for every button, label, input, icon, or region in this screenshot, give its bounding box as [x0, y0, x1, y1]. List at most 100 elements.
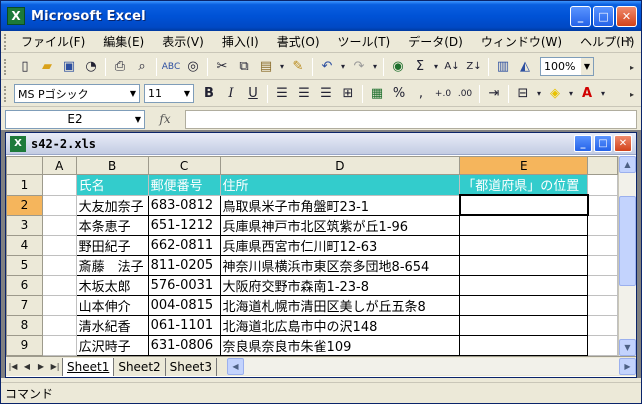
align-right-icon[interactable]: ☰: [315, 83, 337, 105]
column-header-e[interactable]: E: [459, 156, 589, 175]
cell-d3[interactable]: 兵庫県神戸市北区筑紫が丘1-96: [219, 214, 461, 236]
column-header-f[interactable]: [587, 156, 618, 175]
tab-sheet2[interactable]: Sheet2: [114, 357, 166, 376]
percent-button[interactable]: %: [388, 83, 410, 105]
tab-sheet1[interactable]: Sheet1: [62, 357, 115, 376]
cell-c2[interactable]: 683-0812: [147, 194, 221, 216]
borders-dropdown-icon[interactable]: ▾: [534, 83, 544, 105]
cell-d7[interactable]: 北海道札幌市清田区美しが丘五条8: [219, 294, 461, 316]
cell-c6[interactable]: 576-0031: [147, 274, 221, 296]
select-all-corner[interactable]: [6, 156, 43, 175]
cell-e8[interactable]: [459, 314, 589, 336]
redo-icon[interactable]: ↷: [348, 56, 370, 78]
row-header[interactable]: 1: [6, 174, 43, 196]
cell-a9[interactable]: [41, 334, 77, 356]
menu-data[interactable]: データ(D): [399, 33, 472, 50]
merge-center-icon[interactable]: ⊞: [337, 83, 359, 105]
workbook-title-bar[interactable]: X s42-2.xls _ □ ✕: [6, 133, 636, 155]
undo-icon[interactable]: ↶: [316, 56, 338, 78]
decrease-decimal-icon[interactable]: .00: [454, 83, 476, 105]
cell-e2[interactable]: [458, 194, 589, 216]
cell-f3[interactable]: [587, 214, 618, 236]
title-bar[interactable]: X Microsoft Excel _ □ ✕: [1, 1, 641, 31]
doc-close-icon[interactable]: ✕: [625, 35, 633, 46]
cell-a3[interactable]: [41, 214, 77, 236]
menu-edit[interactable]: 編集(E): [94, 33, 153, 50]
scroll-right-icon[interactable]: ▶: [619, 358, 636, 375]
scroll-up-icon[interactable]: ▲: [619, 156, 636, 173]
cell-e7[interactable]: [459, 294, 589, 316]
cell-c3[interactable]: 651-1212: [147, 214, 221, 236]
cell-d5[interactable]: 神奈川県横浜市東区奈多団地8-654: [219, 254, 461, 276]
column-header-a[interactable]: A: [41, 156, 77, 175]
redo-dropdown-icon[interactable]: ▾: [370, 56, 380, 78]
indent-icon[interactable]: ⇥: [483, 83, 505, 105]
row-header[interactable]: 6: [6, 274, 43, 296]
cell-b8[interactable]: 清水紀香: [75, 314, 149, 336]
cell-d6[interactable]: 大阪府交野市森南1-23-8: [219, 274, 461, 296]
horizontal-scrollbar[interactable]: ◀ ▶: [226, 358, 636, 375]
row-header[interactable]: 7: [6, 294, 43, 316]
align-center-icon[interactable]: ☰: [293, 83, 315, 105]
cell-f2[interactable]: [587, 194, 618, 216]
cell-f7[interactable]: [587, 294, 618, 316]
cell-f4[interactable]: [587, 234, 618, 256]
print-icon[interactable]: ⎙: [109, 56, 131, 78]
autosum-icon[interactable]: Σ: [409, 56, 431, 78]
undo-dropdown-icon[interactable]: ▾: [338, 56, 348, 78]
row-header[interactable]: 5: [6, 254, 43, 276]
currency-icon[interactable]: ▦: [366, 83, 388, 105]
italic-button[interactable]: I: [220, 83, 242, 105]
permission-icon[interactable]: ◔: [80, 56, 102, 78]
cell-b6[interactable]: 木坂太郎: [75, 274, 149, 296]
cell-d8[interactable]: 北海道北広島市中の沢148: [219, 314, 461, 336]
cell-d4[interactable]: 兵庫県西宮市仁川町12-63: [219, 234, 461, 256]
underline-button[interactable]: U: [242, 83, 264, 105]
fill-color-icon[interactable]: ◈: [544, 83, 566, 105]
scroll-left-icon[interactable]: ◀: [226, 358, 244, 375]
cell-c5[interactable]: 811-0205: [147, 254, 221, 276]
scroll-thumb[interactable]: [619, 196, 636, 286]
toolbar-grip[interactable]: [4, 58, 8, 75]
tab-sheet3[interactable]: Sheet3: [166, 357, 217, 376]
maximize-button[interactable]: □: [593, 6, 614, 27]
row-header[interactable]: 4: [6, 234, 43, 256]
cell-d2[interactable]: 鳥取県米子市角盤町23-1: [219, 194, 461, 216]
cell-f5[interactable]: [587, 254, 618, 276]
menu-tools[interactable]: ツール(T): [329, 33, 400, 50]
paste-icon[interactable]: ▤: [255, 56, 277, 78]
chevron-down-icon[interactable]: ▼: [132, 111, 144, 128]
cell-d9[interactable]: 奈良県奈良市朱雀109: [219, 334, 461, 356]
open-folder-icon[interactable]: ▰: [36, 56, 58, 78]
font-color-dropdown-icon[interactable]: ▾: [598, 83, 608, 105]
autosum-dropdown-icon[interactable]: ▾: [431, 56, 441, 78]
cell-e4[interactable]: [459, 234, 589, 256]
sort-ascending-icon[interactable]: A↓: [441, 56, 463, 78]
increase-decimal-icon[interactable]: +.0: [432, 83, 454, 105]
toolbar-options-icon[interactable]: ▸: [630, 56, 638, 78]
cell-e1[interactable]: 「都道府県」の位置: [459, 174, 589, 196]
insert-function-icon[interactable]: fx: [145, 112, 185, 126]
cell-b7[interactable]: 山本伸介: [75, 294, 149, 316]
menu-file[interactable]: ファイル(F): [12, 33, 94, 50]
cell-c4[interactable]: 662-0811: [147, 234, 221, 256]
bold-button[interactable]: B: [198, 83, 220, 105]
name-box[interactable]: E2 ▼: [5, 109, 145, 129]
cell-c7[interactable]: 004-0815: [147, 294, 221, 316]
paste-dropdown-icon[interactable]: ▾: [277, 56, 287, 78]
cell-f9[interactable]: [587, 334, 618, 356]
chevron-down-icon[interactable]: ▼: [181, 85, 193, 102]
column-header-b[interactable]: B: [75, 156, 149, 175]
format-painter-icon[interactable]: ✎: [287, 56, 309, 78]
comma-button[interactable]: ,: [410, 83, 432, 105]
formula-input[interactable]: [185, 109, 637, 129]
drawing-icon[interactable]: ◭: [514, 56, 536, 78]
research-icon[interactable]: ◎: [182, 56, 204, 78]
cell-a1[interactable]: [41, 174, 77, 196]
first-sheet-icon[interactable]: |◀: [6, 362, 20, 371]
maximize-button[interactable]: □: [594, 135, 612, 152]
cell-table[interactable]: A B C D E 1 氏名 郵便番号 住所 「都道府県」の位置 2 大友加奈子 683-0812 鳥取県…: [6, 156, 618, 356]
hyperlink-icon[interactable]: ◉: [387, 56, 409, 78]
menu-grip[interactable]: [4, 33, 6, 50]
row-header[interactable]: 8: [6, 314, 43, 336]
